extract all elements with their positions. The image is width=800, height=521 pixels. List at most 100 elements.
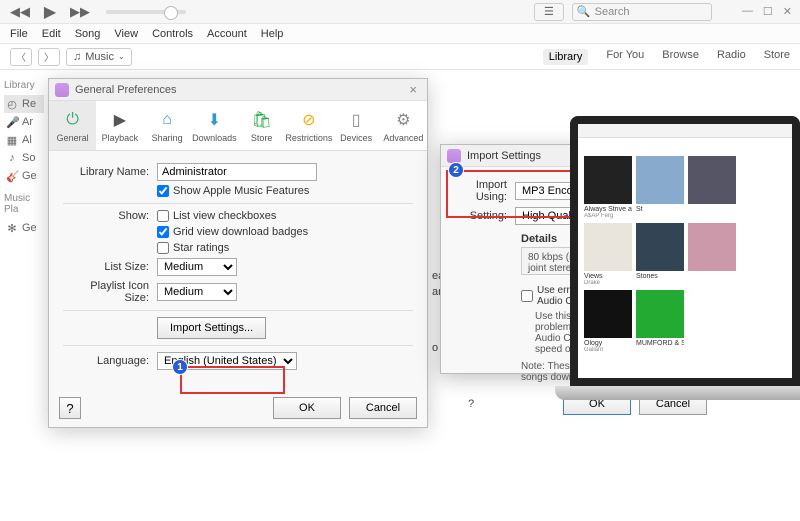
sidebar-item[interactable]: 🎸Ge — [4, 167, 44, 185]
tab-downloads[interactable]: ⬇Downloads — [191, 101, 238, 150]
gear-icon: ⚙ — [392, 109, 414, 131]
show-label: Show: — [63, 210, 157, 222]
list-size-label: List Size: — [63, 261, 157, 273]
next-button[interactable]: ▶▶ — [68, 3, 92, 21]
forward-button[interactable]: 〉 — [38, 48, 60, 66]
menu-help[interactable]: Help — [261, 28, 284, 40]
help-button[interactable]: ? — [59, 397, 81, 419]
minimize-button[interactable]: — — [742, 5, 753, 18]
icon-size-select[interactable]: Medium — [157, 283, 237, 301]
annotation-badge-1: 1 — [172, 359, 188, 375]
menu-account[interactable]: Account — [207, 28, 247, 40]
sidebar-item[interactable]: ◴Re — [4, 95, 44, 113]
tab-browse[interactable]: Browse — [662, 49, 699, 65]
import-settings-button[interactable]: Import Settings... — [157, 317, 266, 339]
menu-file[interactable]: File — [10, 28, 28, 40]
album-tile[interactable]: Always Strive and ProsperA$AP Ferg — [584, 156, 632, 219]
list-view-button[interactable]: ☰ — [534, 3, 564, 21]
prev-button[interactable]: ◀◀ — [8, 3, 32, 21]
play-button[interactable]: ▶ — [38, 3, 62, 21]
show-apple-music-checkbox[interactable]: Show Apple Music Features — [157, 185, 309, 197]
album-cover — [636, 290, 684, 338]
tab-library[interactable]: Library — [543, 49, 589, 65]
sidebar-item[interactable]: ♪So — [4, 149, 44, 167]
menu-view[interactable]: View — [114, 28, 138, 40]
tab-devices[interactable]: ▯Devices — [333, 101, 380, 150]
download-icon: ⬇ — [203, 109, 225, 131]
house-icon: ⌂ — [156, 109, 178, 131]
icon-size-label: Playlist Icon Size: — [63, 280, 157, 304]
import-using-label: Import Using: — [451, 179, 515, 203]
album-artist: A$AP Ferg — [584, 213, 632, 219]
restrict-icon: ⊘ — [298, 109, 320, 131]
album-title: MUMFORD & SONS BAABA MAAL — [636, 340, 684, 347]
genre-icon: 🎸 — [6, 170, 18, 183]
album-cover — [636, 156, 684, 204]
close-button[interactable]: ✕ — [783, 5, 792, 18]
tab-store[interactable]: Store — [764, 49, 790, 65]
volume-slider[interactable] — [106, 10, 186, 14]
menu-controls[interactable]: Controls — [152, 28, 193, 40]
sidebar-item[interactable]: 🎤Ar — [4, 113, 44, 131]
grid-badges-checkbox[interactable]: Grid view download badges — [157, 226, 308, 238]
clock-icon: ◴ — [6, 98, 18, 111]
sidebar: Library ◴Re 🎤Ar ▦Al ♪So 🎸Ge Music Pla ✻G… — [0, 70, 48, 243]
album-cover — [688, 156, 736, 204]
ok-button[interactable]: OK — [273, 397, 341, 419]
search-placeholder: Search — [595, 6, 630, 18]
album-cover — [584, 156, 632, 204]
tab-sharing[interactable]: ⌂Sharing — [144, 101, 191, 150]
album-tile[interactable]: MUMFORD & SONS BAABA MAAL — [636, 290, 684, 353]
sidebar-header-playlists: Music Pla — [4, 193, 44, 215]
tab-radio[interactable]: Radio — [717, 49, 746, 65]
tab-restrictions[interactable]: ⊘Restrictions — [285, 101, 332, 150]
library-name-input[interactable] — [157, 163, 317, 181]
itunes-icon — [447, 149, 461, 163]
album-icon: ▦ — [6, 134, 18, 147]
cancel-button[interactable]: Cancel — [349, 397, 417, 419]
album-tile[interactable]: ViewsDrake — [584, 223, 632, 286]
titlebar: ◀◀ ▶ ▶▶ ☰ 🔍 Search — ☐ ✕ — [0, 0, 800, 24]
album-title: St — [636, 206, 684, 213]
chevron-down-icon: ⌄ — [118, 52, 125, 61]
general-preferences-dialog: General Preferences × ⏻General ▶Playback… — [48, 78, 428, 428]
album-tile[interactable]: OlogyGallant — [584, 290, 632, 353]
tab-playback[interactable]: ▶Playback — [96, 101, 143, 150]
sidebar-item[interactable]: ✻Ge — [4, 219, 44, 237]
close-icon[interactable]: × — [405, 82, 421, 97]
sidebar-item[interactable]: ▦Al — [4, 131, 44, 149]
album-tile[interactable]: Stories — [636, 223, 684, 286]
maximize-button[interactable]: ☐ — [763, 5, 773, 18]
tab-foryou[interactable]: For You — [606, 49, 644, 65]
album-tile[interactable]: St — [636, 156, 684, 219]
menubar: File Edit Song View Controls Account Hel… — [0, 24, 800, 44]
list-size-select[interactable]: Medium — [157, 258, 237, 276]
gear-icon: ✻ — [6, 222, 18, 235]
category-label: Music — [85, 51, 114, 63]
album-title: Stories — [636, 273, 684, 280]
language-label: Language: — [63, 355, 157, 367]
annotation-badge-2: 2 — [448, 162, 464, 178]
album-cover — [584, 290, 632, 338]
search-input[interactable]: 🔍 Search — [572, 3, 712, 21]
mic-icon: 🎤 — [6, 116, 18, 129]
menu-song[interactable]: Song — [75, 28, 101, 40]
album-tile[interactable] — [688, 223, 736, 286]
star-ratings-checkbox[interactable]: Star ratings — [157, 242, 229, 254]
note-icon: ♪ — [6, 152, 18, 164]
album-title: Always Strive and Prosper — [584, 206, 632, 213]
tab-general[interactable]: ⏻General — [49, 101, 96, 150]
list-checkboxes-checkbox[interactable]: List view checkboxes — [157, 210, 276, 222]
nav-row: 〈 〉 ♫ Music ⌄ Library For You Browse Rad… — [0, 44, 800, 70]
back-button[interactable]: 〈 — [10, 48, 32, 66]
category-select[interactable]: ♫ Music ⌄ — [66, 48, 132, 66]
tab-advanced[interactable]: ⚙Advanced — [380, 101, 427, 150]
album-cover — [688, 223, 736, 271]
album-artist: Gallant — [584, 347, 632, 353]
tab-store[interactable]: 🛍Store — [238, 101, 285, 150]
laptop-mockup: Always Strive and ProsperA$AP Ferg St View… — [570, 116, 800, 436]
album-cover — [584, 223, 632, 271]
menu-edit[interactable]: Edit — [42, 28, 61, 40]
dialog-title: Import Settings — [467, 150, 541, 162]
album-tile[interactable] — [688, 156, 736, 219]
